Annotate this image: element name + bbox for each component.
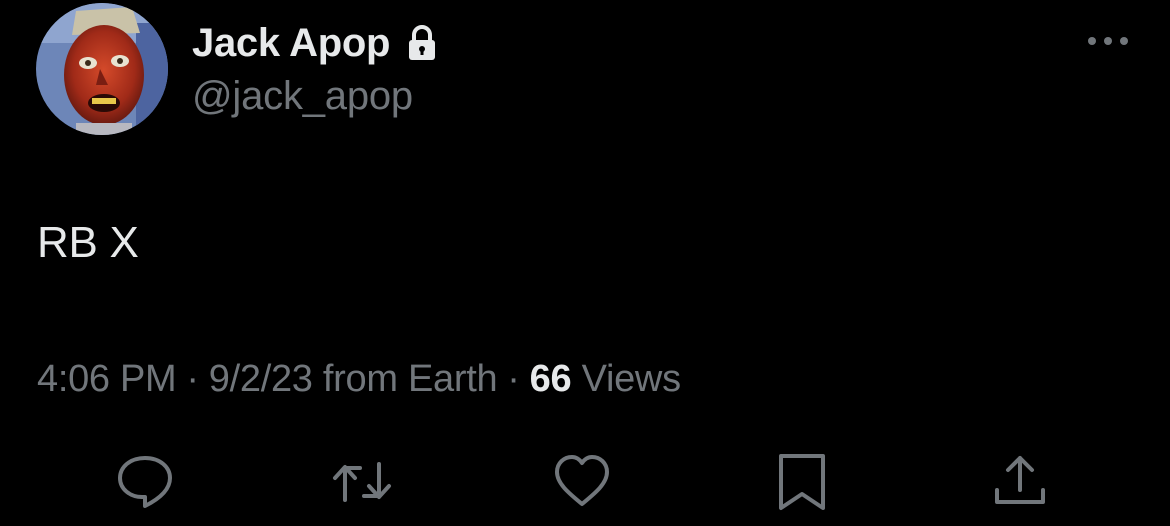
bookmark-icon[interactable] xyxy=(772,452,832,512)
meta-separator: · xyxy=(507,358,520,400)
tweet-source: from Earth xyxy=(322,358,498,400)
display-name[interactable]: Jack Apop xyxy=(192,21,390,66)
tweet-meta: 4:06 PM · 9/2/23 from Earth · 66 Views xyxy=(37,358,681,401)
more-horizontal-icon[interactable] xyxy=(1084,28,1132,54)
tweet-card: Jack Apop @jack_apop RB X 4:06 PM · 9/2/23… xyxy=(0,0,1170,526)
reply-icon[interactable] xyxy=(115,452,175,512)
avatar[interactable] xyxy=(36,3,168,135)
lock-icon xyxy=(406,24,438,62)
share-icon[interactable] xyxy=(990,452,1050,512)
name-row: Jack Apop xyxy=(192,18,438,68)
tweet-time[interactable]: 4:06 PM xyxy=(37,358,177,400)
user-handle[interactable]: @jack_apop xyxy=(192,74,413,119)
tweet-text: RB X xyxy=(37,218,139,267)
meta-separator: · xyxy=(186,358,199,400)
retweet-icon[interactable] xyxy=(332,452,392,512)
tweet-date[interactable]: 9/2/23 xyxy=(209,358,313,400)
heart-icon[interactable] xyxy=(552,452,612,512)
views-count[interactable]: 66 xyxy=(530,358,572,400)
views-label[interactable]: Views xyxy=(582,358,681,400)
